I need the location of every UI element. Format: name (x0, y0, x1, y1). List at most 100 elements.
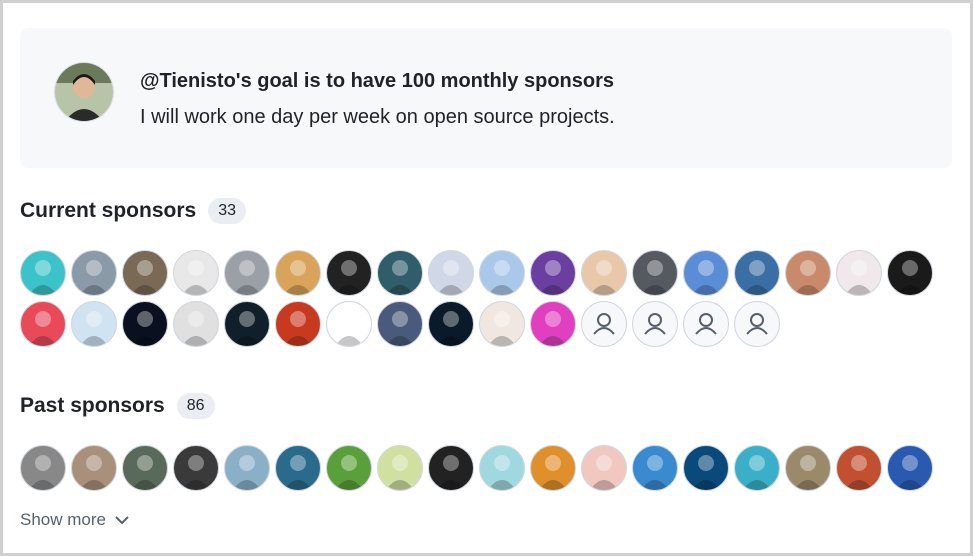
past-sponsor-avatar[interactable] (275, 445, 321, 491)
past-sponsor-avatar[interactable] (173, 445, 219, 491)
past-sponsor-avatar[interactable] (785, 445, 831, 491)
current-sponsor-avatar[interactable] (377, 301, 423, 347)
avatar-image (539, 455, 567, 490)
current-sponsor-avatar[interactable] (377, 250, 423, 296)
avatar-image (437, 455, 465, 490)
past-sponsor-avatar[interactable] (71, 445, 117, 491)
past-sponsor-avatar[interactable] (632, 445, 678, 491)
avatar-image (896, 260, 924, 295)
avatar-image (386, 311, 414, 346)
past-sponsors-count: 86 (176, 393, 215, 419)
current-sponsors-count: 33 (208, 198, 246, 224)
avatar-image (896, 455, 924, 490)
maintainer-avatar[interactable] (54, 62, 114, 122)
current-sponsors-row-1 (20, 250, 933, 296)
past-sponsor-avatar[interactable] (530, 445, 576, 491)
past-sponsor-avatar[interactable] (224, 445, 270, 491)
person-icon (593, 313, 615, 335)
current-sponsor-avatar[interactable] (173, 250, 219, 296)
current-sponsor-avatar[interactable] (326, 250, 372, 296)
current-sponsor-avatar[interactable] (224, 250, 270, 296)
default-user-avatar[interactable] (581, 301, 627, 347)
avatar-image (80, 455, 108, 490)
avatar-image (539, 260, 567, 295)
past-sponsor-avatar[interactable] (683, 445, 729, 491)
avatar-image (743, 260, 771, 295)
current-sponsor-avatar[interactable] (479, 301, 525, 347)
past-sponsor-avatar[interactable] (428, 445, 474, 491)
current-sponsor-avatar[interactable] (122, 250, 168, 296)
past-sponsor-avatar[interactable] (20, 445, 66, 491)
current-sponsor-avatar[interactable] (173, 301, 219, 347)
current-sponsor-avatar[interactable] (428, 250, 474, 296)
default-user-avatar[interactable] (683, 301, 729, 347)
current-sponsor-avatar[interactable] (479, 250, 525, 296)
avatar-image (590, 260, 618, 295)
avatar-image (29, 311, 57, 346)
current-sponsor-avatar[interactable] (428, 301, 474, 347)
avatar-image (284, 455, 312, 490)
current-sponsor-avatar[interactable] (71, 250, 117, 296)
current-sponsor-avatar[interactable] (683, 250, 729, 296)
avatar-image (233, 455, 261, 490)
avatar-image (29, 260, 57, 295)
past-sponsors-heading: Past sponsors 86 (20, 393, 215, 419)
avatar-image (131, 260, 159, 295)
person-icon (644, 313, 666, 335)
avatar-image (845, 455, 873, 490)
avatar-image (386, 260, 414, 295)
avatar-image (437, 311, 465, 346)
current-sponsor-avatar[interactable] (275, 301, 321, 347)
avatar-image (692, 260, 720, 295)
current-sponsor-avatar[interactable] (20, 301, 66, 347)
avatar-image (233, 260, 261, 295)
past-sponsor-avatar[interactable] (377, 445, 423, 491)
avatar-image (794, 260, 822, 295)
current-sponsor-avatar[interactable] (785, 250, 831, 296)
avatar-image (80, 260, 108, 295)
past-sponsor-avatar[interactable] (479, 445, 525, 491)
avatar-image (641, 260, 669, 295)
current-sponsor-avatar[interactable] (530, 301, 576, 347)
current-sponsors-label: Current sponsors (20, 199, 197, 222)
goal-description: I will work one day per week on open sou… (140, 106, 615, 128)
current-sponsors-row-2 (20, 301, 780, 347)
avatar-image (131, 455, 159, 490)
avatar-image (335, 260, 363, 295)
avatar-image (29, 455, 57, 490)
avatar-image (488, 455, 516, 490)
current-sponsor-avatar[interactable] (275, 250, 321, 296)
current-sponsor-avatar[interactable] (20, 250, 66, 296)
current-sponsor-avatar[interactable] (887, 250, 933, 296)
past-sponsors-row (20, 445, 933, 491)
avatar-image (386, 455, 414, 490)
current-sponsor-avatar[interactable] (122, 301, 168, 347)
avatar-image (692, 455, 720, 490)
current-sponsor-avatar[interactable] (734, 250, 780, 296)
avatar-image (590, 455, 618, 490)
show-more-link[interactable]: Show more (20, 510, 130, 530)
default-user-avatar[interactable] (734, 301, 780, 347)
avatar-image (437, 260, 465, 295)
avatar-image (182, 260, 210, 295)
avatar-image (845, 260, 873, 295)
avatar-image (794, 455, 822, 490)
default-user-avatar[interactable] (632, 301, 678, 347)
past-sponsor-avatar[interactable] (887, 445, 933, 491)
current-sponsor-avatar[interactable] (836, 250, 882, 296)
current-sponsor-avatar[interactable] (326, 301, 372, 347)
past-sponsors-label: Past sponsors (20, 394, 165, 417)
past-sponsor-avatar[interactable] (581, 445, 627, 491)
current-sponsor-avatar[interactable] (224, 301, 270, 347)
past-sponsor-avatar[interactable] (734, 445, 780, 491)
current-sponsor-avatar[interactable] (71, 301, 117, 347)
current-sponsor-avatar[interactable] (632, 250, 678, 296)
past-sponsor-avatar[interactable] (122, 445, 168, 491)
avatar-image (641, 455, 669, 490)
past-sponsor-avatar[interactable] (836, 445, 882, 491)
past-sponsor-avatar[interactable] (326, 445, 372, 491)
chevron-down-icon (114, 510, 130, 530)
current-sponsor-avatar[interactable] (581, 250, 627, 296)
current-sponsor-avatar[interactable] (530, 250, 576, 296)
avatar-image (488, 311, 516, 346)
